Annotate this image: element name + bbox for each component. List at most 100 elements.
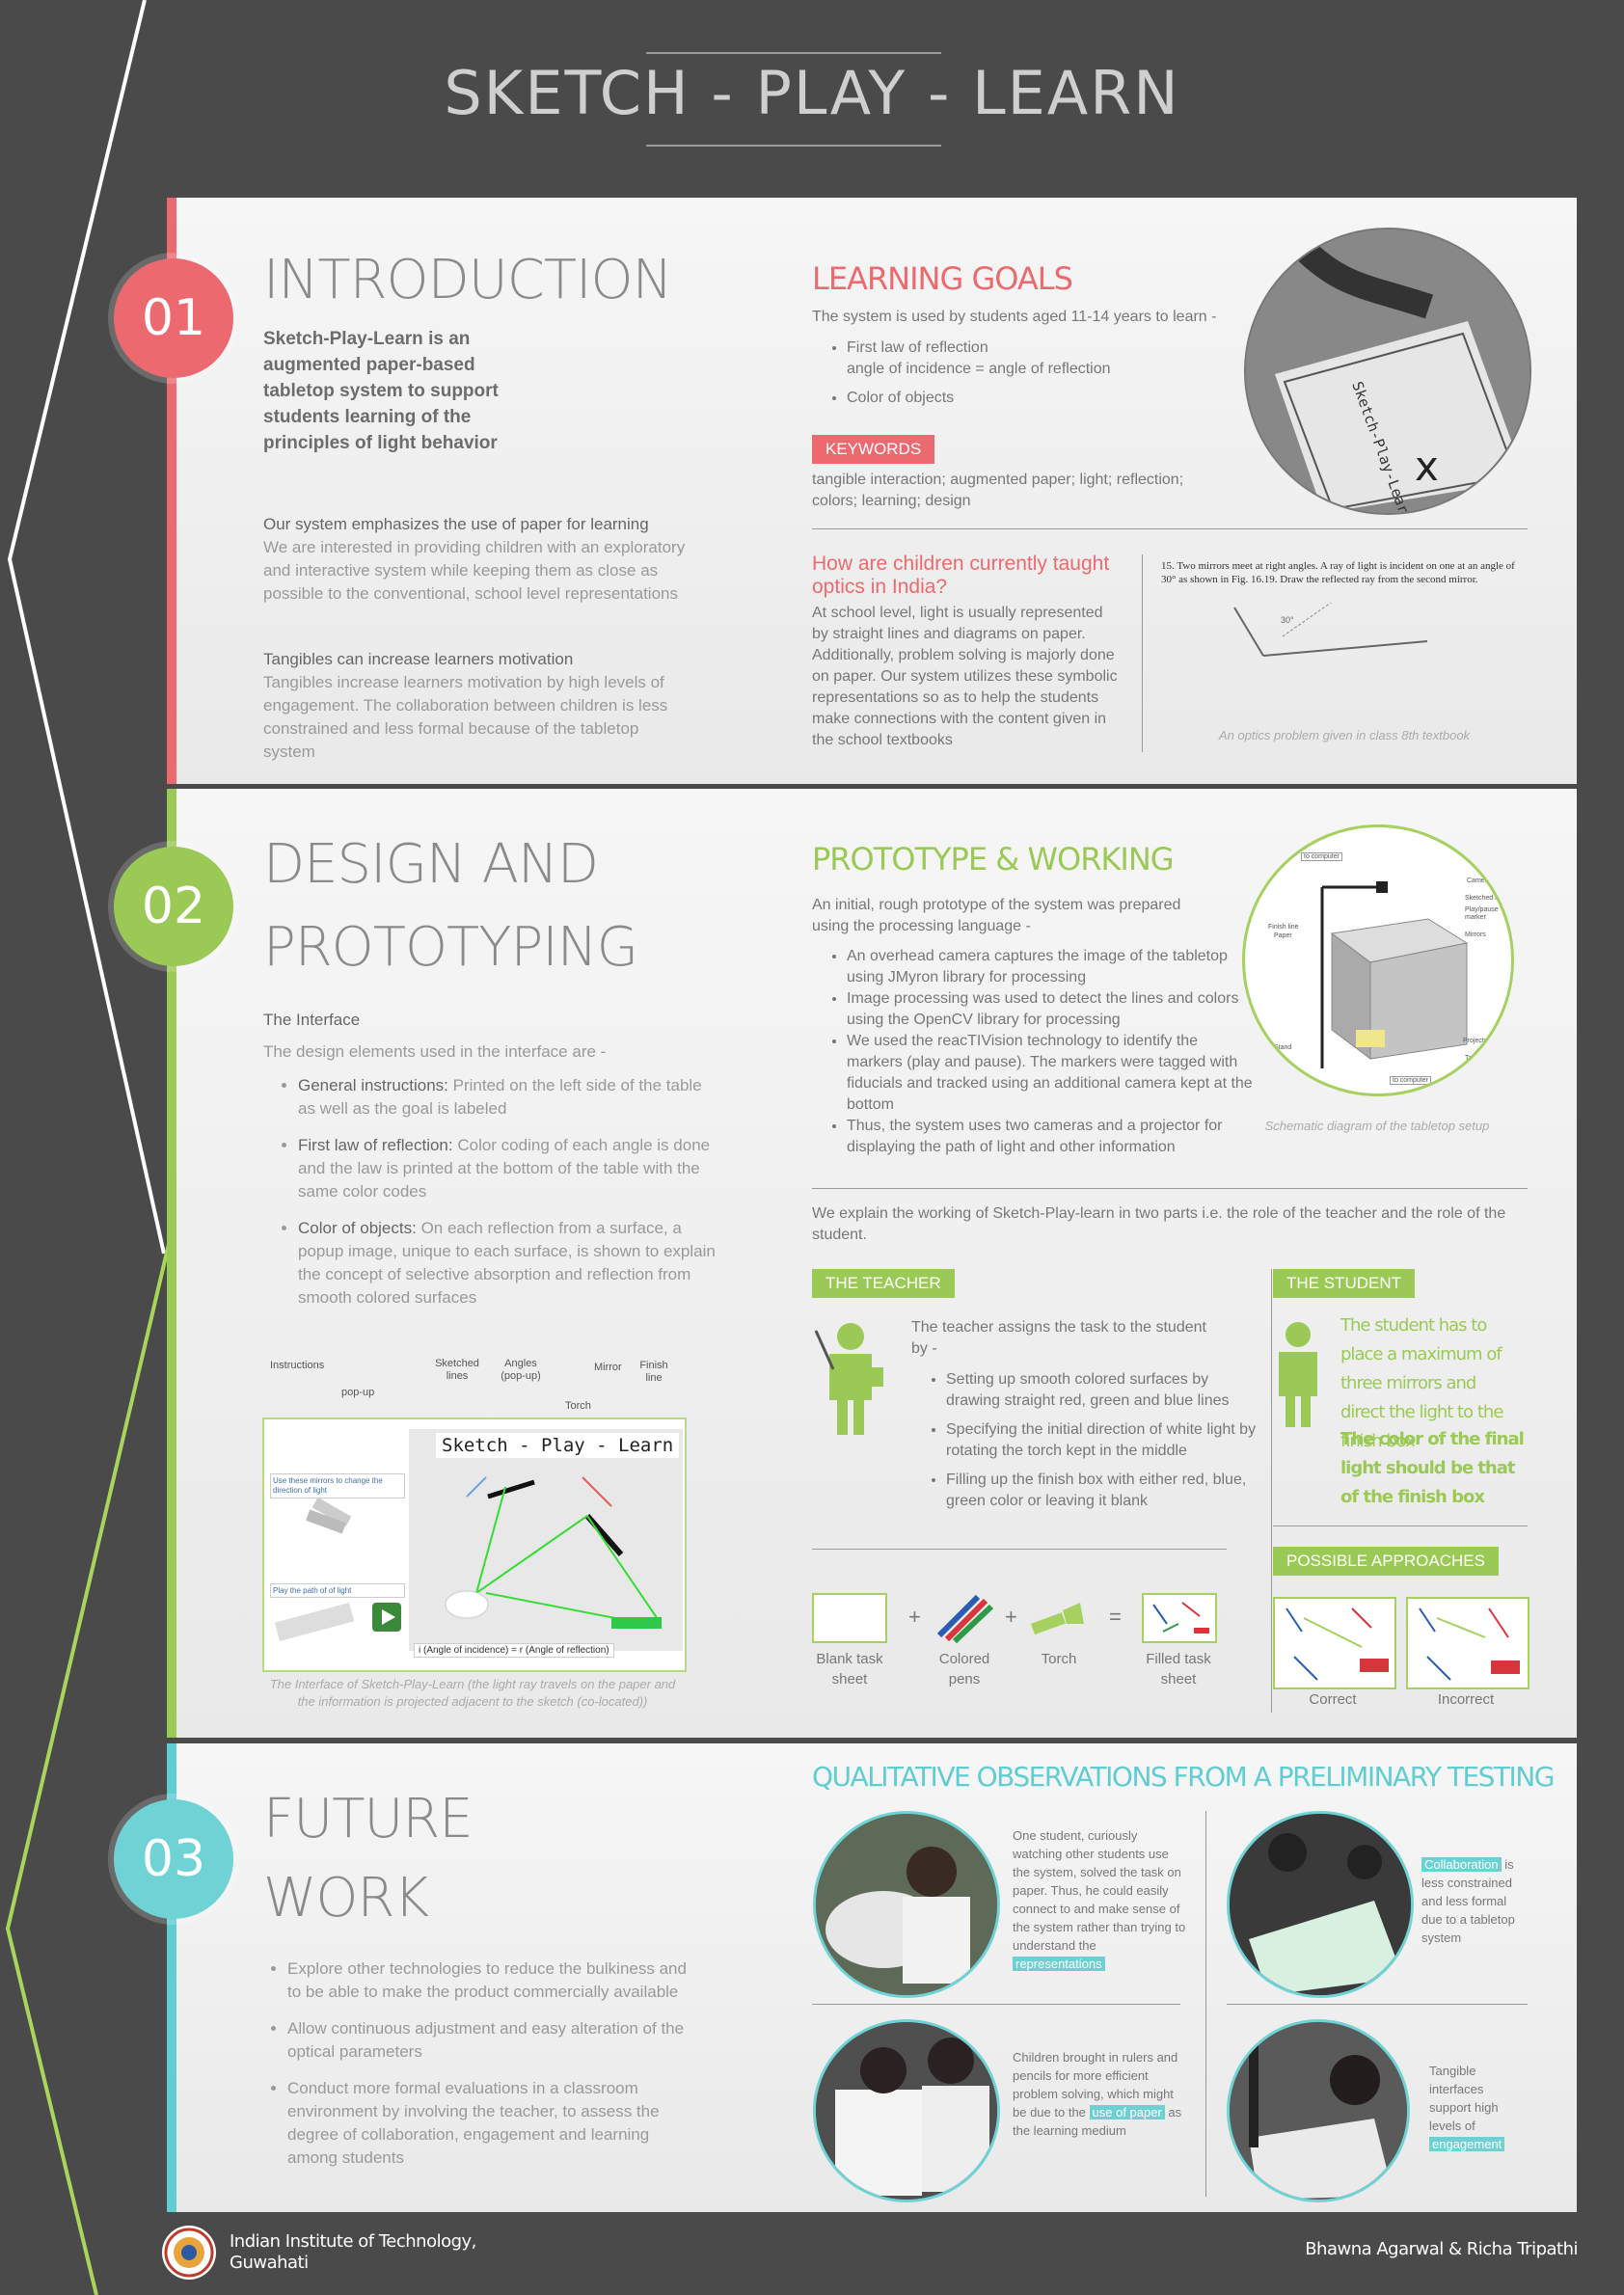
prototype-item: We used the reacTIVision technology to i…: [847, 1031, 1257, 1116]
student-text-2: The color of the final light should be t…: [1340, 1429, 1525, 1507]
observation-photo-3: [813, 2019, 1000, 2202]
interface-caption: The Interface of Sketch-Play-Learn (the …: [269, 1677, 676, 1709]
goals-list: First law of reflectionangle of incidenc…: [812, 338, 1252, 417]
divider: [812, 528, 1528, 529]
interface-intro: The design elements used in the interfac…: [263, 1042, 607, 1061]
teacher-list: Setting up smooth colored surfaces by dr…: [911, 1369, 1264, 1520]
future-item: Explore other technologies to reduce the…: [287, 1958, 692, 2004]
working-explain: We explain the working of Sketch-Play-le…: [812, 1205, 1506, 1243]
teacher-icon: [814, 1323, 883, 1435]
interface-screenshot: Use these mirrors to change the directio…: [262, 1418, 687, 1672]
filled-task-sheet-icon: [1142, 1593, 1217, 1643]
divider: [812, 1549, 1227, 1550]
future-list: Explore other technologies to reduce the…: [253, 1958, 692, 2177]
shot-drawing: [274, 1476, 662, 1642]
prototype-list: An overhead camera captures the image of…: [812, 946, 1257, 1158]
divider: [812, 1188, 1528, 1189]
plus-sign: +: [908, 1605, 921, 1629]
taught-heading: How are children currently taught optics…: [812, 553, 1110, 598]
plus-sign: +: [1005, 1605, 1017, 1629]
teacher-item: Filling up the finish box with either re…: [946, 1470, 1264, 1512]
future-heading-2: WORK: [263, 1867, 429, 1930]
interface-item: Color of objects: On each reflection fro…: [298, 1217, 718, 1310]
title-rule-top: [646, 52, 941, 54]
observation-photo-1: [813, 1811, 1000, 1998]
taught-body: At school level, light is usually repres…: [812, 605, 1118, 748]
authors: Bhawna Agarwal & Richa Tripathi: [1305, 2239, 1578, 2259]
torch-icon: [1030, 1603, 1084, 1635]
goals-heading: LEARNING GOALS: [812, 260, 1073, 297]
design-heading-2: PROTOTYPING: [263, 916, 638, 979]
institute-name: Indian Institute of Technology, Guwahati: [230, 2231, 476, 2273]
label-finish-line: Finish line: [639, 1360, 668, 1384]
observations-heading: QUALITATIVE OBSERVATIONS FROM A PRELIMIN…: [812, 1761, 1555, 1793]
svg-text:x: x: [1415, 443, 1439, 490]
section-number-03: 03: [114, 1799, 233, 1919]
prototype-heading: PROTOTYPE & WORKING: [812, 841, 1175, 878]
interface-title: The Interface: [263, 1011, 361, 1029]
label-mirror: Mirror: [594, 1362, 622, 1373]
keywords-label: KEYWORDS: [812, 435, 935, 464]
intro-p2-body: Tangibles increase learners motivation b…: [263, 673, 668, 761]
interface-list: General instructions: Printed on the lef…: [263, 1074, 718, 1317]
mirror-diagram: 30°: [1233, 602, 1428, 657]
label-torch: Torch: [565, 1400, 591, 1412]
observation-photo-2: [1227, 1811, 1414, 1998]
observation-text-2: Collaboration is less constrained and le…: [1421, 1857, 1515, 1945]
schematic-diagram: to computer Camera Sketched lines Play/p…: [1242, 824, 1514, 1096]
interface-item: General instructions: Printed on the lef…: [298, 1074, 718, 1120]
divider-vertical: [1142, 554, 1143, 752]
student-icon: [1279, 1322, 1317, 1427]
problem-caption: An optics problem given in class 8th tex…: [1218, 728, 1471, 742]
label-angles: Angles (pop-up): [501, 1358, 541, 1382]
teacher-item: Setting up smooth colored surfaces by dr…: [946, 1369, 1264, 1412]
divider-vertical: [1205, 1811, 1206, 2197]
label-sketched-lines: Sketched lines: [435, 1358, 479, 1382]
equals-sign: =: [1109, 1605, 1122, 1629]
label-popup: pop-up: [341, 1387, 375, 1398]
keywords-text: tangible interaction; augmented paper; l…: [812, 472, 1184, 509]
prototype-item: Image processing was used to detect the …: [847, 988, 1257, 1031]
filled-task-sheet-label: Filled task sheet: [1146, 1651, 1211, 1688]
svg-text:30°: 30°: [1281, 615, 1294, 625]
design-heading-1: DESIGN AND: [263, 833, 599, 896]
observation-text-4: Tangible interfaces support high levels …: [1429, 2062, 1526, 2153]
incorrect-approach-image: [1406, 1597, 1529, 1689]
student-label: THE STUDENT: [1273, 1269, 1415, 1298]
incorrect-label: Incorrect: [1437, 1691, 1495, 1708]
correct-approach-image: [1273, 1597, 1396, 1689]
textbook-problem: 15. Two mirrors meet at right angles. A …: [1161, 560, 1515, 585]
observation-photo-4: [1227, 2019, 1410, 2202]
approaches-label: POSSIBLE APPROACHES: [1273, 1547, 1499, 1576]
label-instructions: Instructions: [270, 1360, 325, 1371]
observation-text-3: Children brought in rulers and pencils f…: [1013, 2050, 1182, 2138]
teacher-item: Specifying the initial direction of whit…: [946, 1419, 1264, 1462]
divider: [812, 2004, 1180, 2005]
divider: [1227, 2004, 1528, 2005]
green-zigzag-line: [5, 1243, 171, 2295]
intro-lead: Sketch-Play-Learn is an augmented paper-…: [263, 329, 499, 453]
shot-law: i (Angle of incidence) = r (Angle of ref…: [414, 1643, 614, 1658]
torch-label: Torch: [1041, 1651, 1077, 1667]
title-rule-bottom: [646, 145, 941, 147]
blank-task-sheet-label: Blank task sheet: [816, 1651, 883, 1688]
prototype-item: An overhead camera captures the image of…: [847, 946, 1257, 988]
prototype-item: Thus, the system uses two cameras and a …: [847, 1116, 1257, 1158]
observation-text-1: One student, curiously watching other st…: [1013, 1828, 1186, 1971]
colored-pens-label: Colored pens: [938, 1651, 990, 1688]
intro-p2-title: Tangibles can increase learners motivati…: [263, 650, 574, 668]
prototype-intro: An initial, rough prototype of the syste…: [812, 897, 1181, 934]
schematic-caption: Schematic diagram of the tabletop setup: [1264, 1119, 1490, 1133]
teacher-intro: The teacher assigns the task to the stud…: [911, 1319, 1206, 1357]
intro-p1-body: We are interested in providing children …: [263, 538, 686, 603]
goals-intro: The system is used by students aged 11-1…: [812, 309, 1217, 325]
section-number-02: 02: [114, 847, 233, 966]
interface-item: First law of reflection: Color coding of…: [298, 1134, 718, 1203]
intro-photo: Sketch-Play-Learn x: [1244, 228, 1531, 515]
intro-p1-title: Our system emphasizes the use of paper f…: [263, 515, 649, 533]
section-number-01: 01: [114, 258, 233, 378]
blank-task-sheet-icon: [812, 1593, 887, 1643]
future-heading-1: FUTURE: [263, 1788, 474, 1850]
page-title: SKETCH - PLAY - LEARN: [444, 58, 1180, 128]
future-item: Conduct more formal evaluations in a cla…: [287, 2077, 692, 2170]
